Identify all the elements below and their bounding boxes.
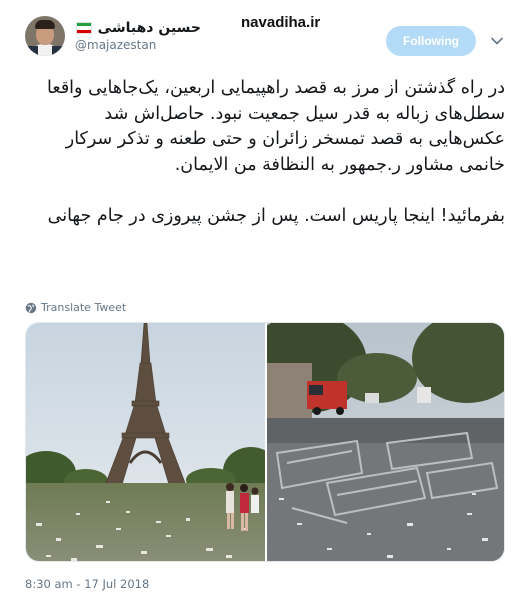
watermark: navadiha.ir xyxy=(241,14,321,31)
translate-label: Translate Tweet xyxy=(41,301,127,314)
avatar[interactable] xyxy=(25,16,65,56)
translate-tweet-link[interactable]: Translate Tweet xyxy=(25,301,126,314)
globe-icon xyxy=(25,302,37,313)
author-handle[interactable]: @majazestan xyxy=(75,38,156,52)
iran-flag-icon xyxy=(75,22,92,34)
chevron-down-icon[interactable] xyxy=(490,34,504,48)
tweet-body: در راه گذشتن از مرز به قصد راهپیمایی ارب… xyxy=(25,76,505,230)
author-name-row: حسین دهباشی xyxy=(73,19,201,37)
street-litter-barriers-photo[interactable] xyxy=(267,323,504,561)
author-display-name[interactable]: حسین دهباشی xyxy=(98,20,201,36)
tweet-paragraph-1: در راه گذشتن از مرز به قصد راهپیمایی ارب… xyxy=(47,78,505,175)
tweet-paragraph-2: بفرمائید! اینجا پاریس است. پس از جشن پیر… xyxy=(47,206,505,226)
following-button[interactable]: Following xyxy=(386,26,476,56)
tweet-media xyxy=(25,322,505,562)
tweet-timestamp[interactable]: 8:30 am - 17 Jul 2018 xyxy=(25,577,149,591)
eiffel-tower-litter-photo[interactable] xyxy=(26,323,265,561)
